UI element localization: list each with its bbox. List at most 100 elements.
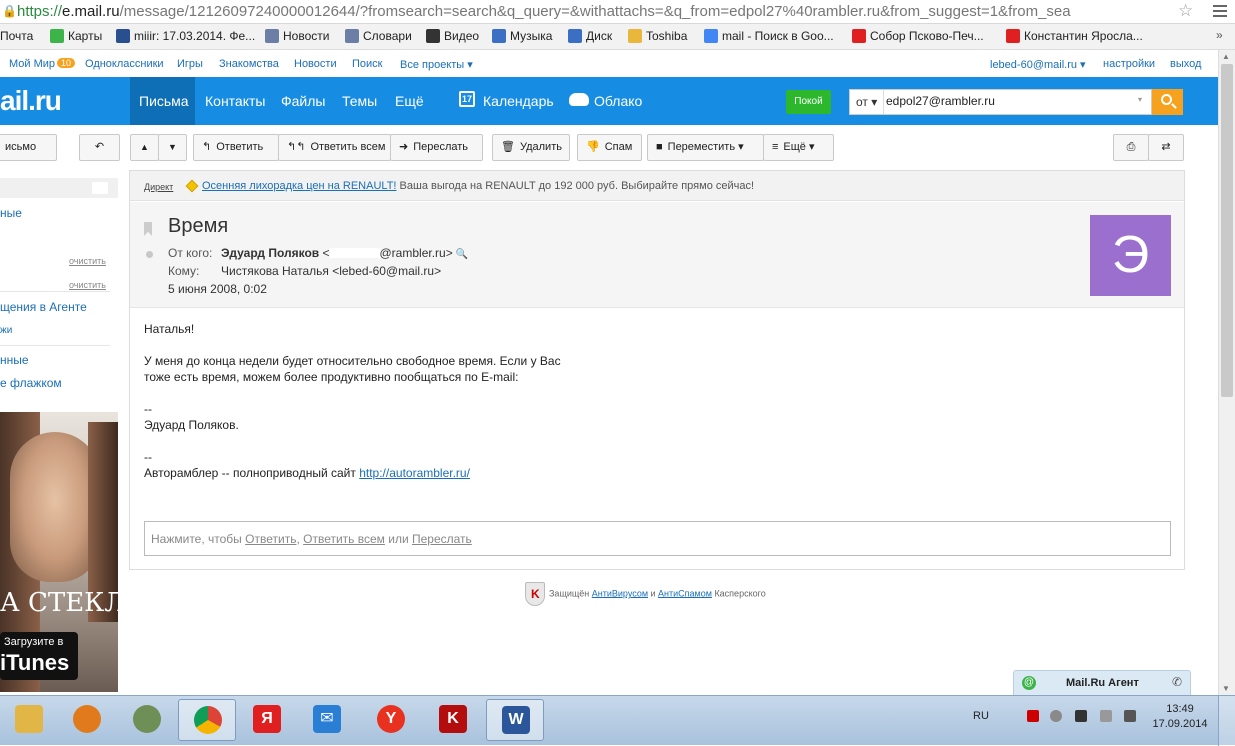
my-world-link[interactable]: Мой Мир 10	[9, 58, 76, 70]
taskbar-app[interactable]	[118, 699, 176, 741]
quick-forward-link[interactable]: Переслать	[412, 532, 472, 546]
write-letter-button[interactable]: исьмо	[0, 134, 57, 161]
quick-reply-box[interactable]: Нажмите, чтобы Ответить, Ответить всем и…	[144, 521, 1171, 556]
volume-icon[interactable]	[1050, 710, 1062, 722]
taskbar-app[interactable]: Y	[362, 699, 420, 741]
bookmark-item[interactable]: miiir: 17.03.2014. Фе...	[116, 29, 255, 45]
quick-reply-link[interactable]: Ответить	[245, 532, 296, 546]
read-status-icon[interactable]	[146, 251, 153, 258]
move-button[interactable]: ■ Переместить ▾	[647, 134, 764, 161]
calm-button[interactable]: Покой	[786, 90, 831, 114]
taskbar-app[interactable]	[58, 699, 116, 741]
search-input[interactable]	[886, 94, 1126, 108]
sidebar-small-link[interactable]: жи	[0, 325, 12, 336]
star-icon[interactable]: ☆	[1178, 1, 1193, 21]
show-desktop-button[interactable]	[1218, 696, 1235, 746]
bookmark-item[interactable]: Словари	[345, 29, 412, 45]
bookmark-item[interactable]: Toshiba	[628, 29, 687, 45]
system-clock[interactable]: 13:49 17.09.2014	[1150, 702, 1210, 732]
taskbar-app[interactable]: Я	[238, 699, 296, 741]
search-link[interactable]: Поиск	[352, 58, 382, 70]
more-actions-button[interactable]: ≡ Ещё ▾	[763, 134, 834, 161]
news-link[interactable]: Новости	[294, 58, 337, 70]
mail-agent-widget[interactable]: @ Mail.Ru Агент ✆	[1013, 670, 1191, 696]
search-filter-dropdown[interactable]: от ▾	[850, 90, 885, 114]
unread-filter-link[interactable]: нные	[0, 353, 29, 367]
scroll-up-icon[interactable]: ▲	[1222, 52, 1230, 61]
bookmark-item[interactable]: Константин Яросла...	[1006, 29, 1143, 45]
nav-cloud[interactable]: Облако	[594, 93, 642, 109]
kaspersky-tray-icon[interactable]	[1027, 710, 1039, 722]
search-button[interactable]	[1152, 89, 1183, 115]
itunes-badge[interactable]: Загрузите в iTunes	[0, 632, 78, 680]
autorambler-link[interactable]: http://autorambler.ru/	[359, 466, 470, 480]
nav-files[interactable]: Файлы	[281, 93, 325, 109]
all-projects-link[interactable]: Все проекты ▾	[400, 58, 473, 71]
undo-button[interactable]: ↶	[79, 134, 120, 161]
toggle-view-button[interactable]: ⇄	[1148, 134, 1184, 161]
bookmark-item[interactable]: Музыка	[492, 29, 552, 45]
menu-icon[interactable]	[1212, 2, 1228, 20]
print-button[interactable]: ⎙	[1113, 134, 1149, 161]
delete-button[interactable]: 🗑 Удалить	[492, 134, 570, 161]
flagged-filter-link[interactable]: е флажком	[0, 376, 62, 390]
flag-icon[interactable]	[144, 222, 152, 236]
prev-message-button[interactable]: ▲	[130, 134, 159, 161]
usb-icon[interactable]	[1100, 710, 1112, 722]
bookmark-item[interactable]: mail - Поиск в Goo...	[704, 29, 834, 45]
mail-logo[interactable]: ail.ru	[0, 85, 62, 117]
next-message-button[interactable]: ▼	[158, 134, 187, 161]
antivirus-link[interactable]: АнтиВирусом	[592, 588, 648, 598]
sidebar-selected-folder[interactable]	[0, 178, 118, 198]
bookmark-item[interactable]: Диск	[568, 29, 612, 45]
taskbar-app-active[interactable]: W	[486, 699, 544, 741]
itunes-advertisement[interactable]: А СТЕКЛО Загрузите в iTunes	[0, 412, 118, 692]
nav-calendar[interactable]: Календарь	[483, 93, 554, 109]
spam-button[interactable]: 👎 Спам	[577, 134, 642, 161]
mail-search[interactable]: от ▾ ▾	[849, 89, 1152, 115]
clear-folder-link[interactable]: очистить	[69, 280, 106, 290]
bookmark-item[interactable]: Почта	[0, 29, 33, 45]
bookmark-item[interactable]: Видео	[426, 29, 479, 45]
monitor-icon[interactable]	[1075, 710, 1087, 722]
scroll-thumb[interactable]	[1221, 64, 1233, 397]
taskbar-app[interactable]	[0, 699, 58, 741]
phone-icon[interactable]: ✆	[1172, 675, 1182, 689]
account-menu[interactable]: lebed-60@mail.ru ▾	[990, 58, 1086, 71]
nav-more[interactable]: Ещё	[395, 93, 424, 109]
forward-button[interactable]: ➜ Переслать	[390, 134, 483, 161]
games-link[interactable]: Игры	[177, 58, 203, 70]
odnoklassniki-link[interactable]: Одноклассники	[85, 58, 164, 70]
nav-letters[interactable]: Письма	[139, 93, 189, 109]
search-icon[interactable]: 🔍	[456, 249, 468, 260]
reply-button[interactable]: ↰ Ответить	[193, 134, 279, 161]
address-bar[interactable]: 🔒 https://e.mail.ru/message/121260972400…	[0, 0, 1235, 24]
direct-label[interactable]: Директ	[144, 182, 173, 192]
bookmark-item[interactable]: Собор Псково-Печ...	[852, 29, 984, 45]
taskbar-app[interactable]: ✉	[298, 699, 356, 741]
page-scrollbar[interactable]: ▲ ▼	[1218, 50, 1235, 695]
reply-all-button[interactable]: ↰↰ Ответить всем	[278, 134, 391, 161]
quick-reply-all-link[interactable]: Ответить всем	[303, 532, 385, 546]
settings-link[interactable]: настройки	[1103, 58, 1155, 70]
clear-folder-link[interactable]: очистить	[69, 256, 106, 266]
agent-messages-link[interactable]: щения в Агенте	[0, 300, 87, 314]
language-indicator[interactable]: RU	[973, 710, 989, 722]
taskbar-app[interactable]: K	[424, 699, 482, 741]
nav-themes[interactable]: Темы	[342, 93, 377, 109]
nav-contacts[interactable]: Контакты	[205, 93, 265, 109]
sender-name[interactable]: Эдуард Поляков	[221, 246, 319, 260]
recipient[interactable]: Чистякова Наталья <lebed-60@mail.ru>	[221, 264, 441, 278]
bookmark-item[interactable]: Новости	[265, 29, 329, 45]
network-icon[interactable]	[1124, 710, 1136, 722]
logout-link[interactable]: выход	[1170, 58, 1201, 70]
search-suggest-caret[interactable]: ▾	[1138, 95, 1142, 104]
sidebar-folder-link[interactable]: ные	[0, 206, 22, 220]
taskbar-app-active[interactable]	[178, 699, 236, 741]
antispam-link[interactable]: АнтиСпамом	[658, 588, 712, 598]
url-text[interactable]: https://e.mail.ru/message/12126097240000…	[17, 3, 1167, 20]
scroll-down-icon[interactable]: ▼	[1222, 684, 1230, 693]
bookmarks-more[interactable]: »	[1216, 28, 1223, 42]
direct-ad-link[interactable]: Осенняя лихорадка цен на RENAULT!	[202, 180, 397, 192]
bookmark-item[interactable]: Карты	[50, 29, 102, 45]
